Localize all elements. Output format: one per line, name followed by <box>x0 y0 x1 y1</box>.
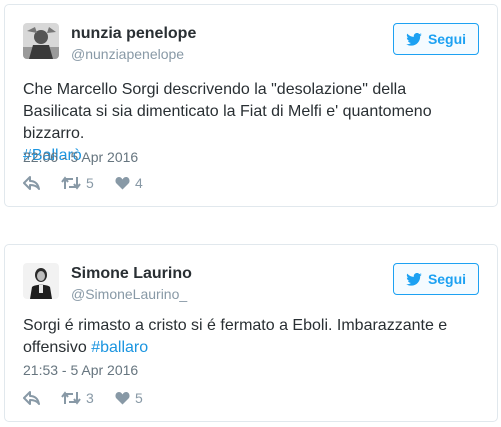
follow-button[interactable]: Segui <box>393 263 479 295</box>
tweet-actions: 3 5 <box>23 390 165 406</box>
retweet-button[interactable]: 3 <box>61 390 115 406</box>
retweet-icon <box>61 391 81 405</box>
author-name[interactable]: Simone Laurino <box>71 265 192 283</box>
twitter-bird-icon <box>406 272 422 286</box>
tweet-actions: 5 4 <box>23 175 165 191</box>
retweet-icon <box>61 176 81 190</box>
like-count: 5 <box>135 390 143 406</box>
author-handle[interactable]: @nunziapenelope <box>71 46 184 62</box>
heart-icon <box>115 177 130 190</box>
retweet-button[interactable]: 5 <box>61 175 115 191</box>
like-count: 4 <box>135 175 143 191</box>
tweet-text: Che Marcello Sorgi descrivendo la "desol… <box>23 81 432 142</box>
reply-icon <box>23 176 40 190</box>
follow-button-label: Segui <box>427 271 467 287</box>
tweet-text-block: Sorgi é rimasto a cristo si é fermato a … <box>23 315 477 359</box>
avatar[interactable] <box>23 23 59 59</box>
hashtag-link[interactable]: #ballaro <box>91 339 148 356</box>
like-button[interactable]: 4 <box>115 175 165 191</box>
tweet-card: nunzia penelope @nunziapenelope Segui Ch… <box>4 4 498 207</box>
follow-button[interactable]: Segui <box>393 23 479 55</box>
reply-button[interactable] <box>23 391 61 405</box>
tweet-text: Sorgi é rimasto a cristo si é fermato a … <box>23 317 448 356</box>
timestamp[interactable]: 22:06 - 5 Apr 2016 <box>23 149 138 165</box>
follow-button-label: Segui <box>427 31 467 47</box>
timestamp[interactable]: 21:53 - 5 Apr 2016 <box>23 362 138 378</box>
retweet-count: 5 <box>86 175 94 191</box>
author-handle[interactable]: @SimoneLaurino_ <box>71 286 187 302</box>
retweet-count: 3 <box>86 390 94 406</box>
like-button[interactable]: 5 <box>115 390 165 406</box>
reply-icon <box>23 391 40 405</box>
author-name[interactable]: nunzia penelope <box>71 25 196 43</box>
tweet-card: Simone Laurino @SimoneLaurino_ Segui Sor… <box>4 244 498 422</box>
twitter-bird-icon <box>406 32 422 46</box>
avatar[interactable] <box>23 263 59 299</box>
reply-button[interactable] <box>23 176 61 190</box>
heart-icon <box>115 392 130 405</box>
